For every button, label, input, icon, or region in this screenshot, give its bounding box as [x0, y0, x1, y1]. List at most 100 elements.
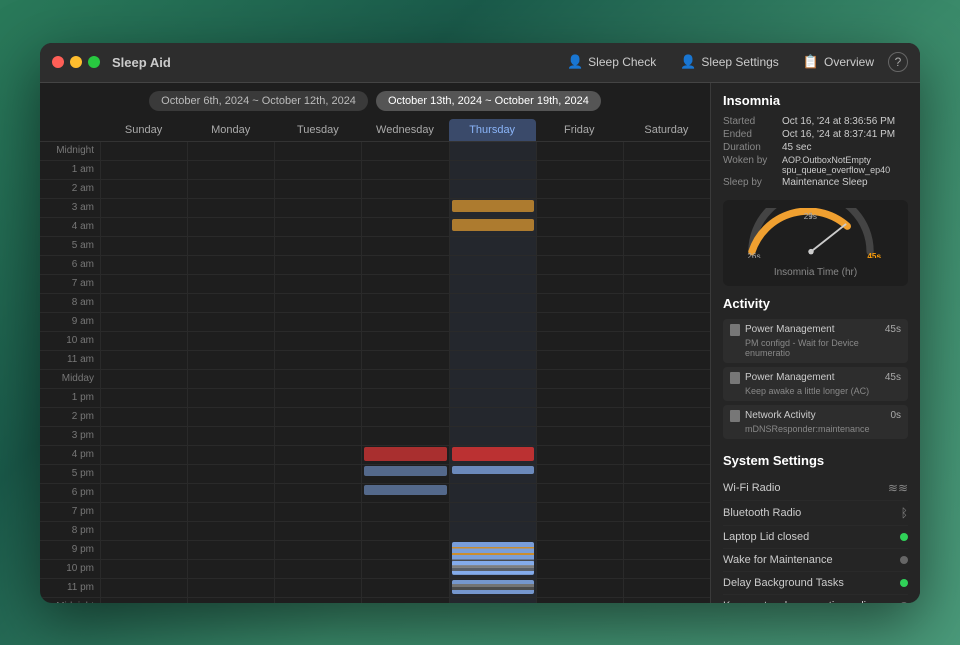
day-cell [623, 161, 710, 179]
time-row: 1 pm [40, 389, 710, 408]
day-cell [187, 522, 274, 540]
day-cell [100, 427, 187, 445]
thursday-cell [449, 484, 536, 502]
time-label: 1 am [40, 161, 100, 179]
day-cell [274, 199, 361, 217]
thursday-cell [449, 522, 536, 540]
thursday-cell [449, 408, 536, 426]
thursday-cell [449, 218, 536, 236]
day-cell [187, 313, 274, 331]
day-cell [100, 351, 187, 369]
close-button[interactable] [52, 56, 64, 68]
day-cell [274, 142, 361, 160]
day-cell [623, 522, 710, 540]
day-cell [623, 142, 710, 160]
prev-date-range[interactable]: October 6th, 2024 ~ October 12th, 2024 [149, 91, 368, 111]
day-cell [187, 256, 274, 274]
day-cell [536, 218, 623, 236]
app-title: Sleep Aid [112, 55, 171, 70]
day-cell [536, 427, 623, 445]
day-cell [536, 161, 623, 179]
date-navigation: October 6th, 2024 ~ October 12th, 2024 O… [40, 83, 710, 119]
day-cell [536, 332, 623, 350]
right-sidebar: Insomnia Started Oct 16, '24 at 8:36:56 … [710, 83, 920, 603]
time-label: 2 pm [40, 408, 100, 426]
wifi-icon: ≋≋ [888, 481, 908, 495]
activity-name: Power Management [745, 372, 880, 383]
day-header-monday: Monday [187, 119, 274, 141]
day-cell [100, 598, 187, 603]
svg-text:45s: 45s [867, 251, 881, 257]
overview-button[interactable]: 📋 Overview [793, 50, 884, 74]
day-cell [536, 465, 623, 483]
woken-value: AOP.OutboxNotEmpty spu_queue_overflow_ep… [782, 155, 908, 175]
insomnia-info: Started Oct 16, '24 at 8:36:56 PM Ended … [723, 116, 908, 190]
day-cell [100, 541, 187, 559]
time-label: 10 am [40, 332, 100, 350]
sleep-check-button[interactable]: 👤 Sleep Check [557, 50, 666, 74]
day-cell [623, 389, 710, 407]
activity-item: Power Management 45s Keep awake a little… [723, 367, 908, 401]
setting-indicator [900, 533, 908, 541]
thursday-cell [449, 199, 536, 217]
day-cell [361, 275, 448, 293]
day-cell [361, 237, 448, 255]
activity-name: Power Management [745, 324, 880, 335]
day-cell [187, 560, 274, 578]
setting-indicator [900, 602, 908, 603]
help-button[interactable]: ? [888, 52, 908, 72]
day-cell [361, 560, 448, 578]
time-row: 2 pm [40, 408, 710, 427]
thursday-cell [449, 256, 536, 274]
day-cell [536, 142, 623, 160]
sys-setting-row: Keep network connections alive [723, 595, 908, 603]
time-row: 9 am [40, 313, 710, 332]
day-cell [623, 408, 710, 426]
activity-section: Activity Power Management 45s PM configd… [723, 296, 908, 443]
time-label: 3 pm [40, 427, 100, 445]
day-cell [274, 370, 361, 388]
sleep-settings-button[interactable]: 👤 Sleep Settings [670, 50, 789, 74]
time-row: 5 am [40, 237, 710, 256]
time-label: 1 pm [40, 389, 100, 407]
day-cell [187, 294, 274, 312]
thursday-cell [449, 313, 536, 331]
day-cell [187, 541, 274, 559]
day-cell [274, 313, 361, 331]
time-row: 4 am [40, 218, 710, 237]
activity-item: Network Activity 0s mDNSResponder:mainte… [723, 405, 908, 439]
minimize-button[interactable] [70, 56, 82, 68]
activity-items: Power Management 45s PM configd - Wait f… [723, 319, 908, 439]
day-cell [361, 370, 448, 388]
day-cell [623, 256, 710, 274]
day-cell [274, 427, 361, 445]
day-cell [623, 294, 710, 312]
duration-label: Duration [723, 142, 778, 153]
day-cell [361, 313, 448, 331]
sys-setting-row: Bluetooth Radio ᛒ [723, 501, 908, 526]
day-header-saturday: Saturday [623, 119, 710, 141]
thursday-cell [449, 180, 536, 198]
day-cell [361, 351, 448, 369]
day-cell [536, 256, 623, 274]
day-cell [100, 522, 187, 540]
activity-title: Activity [723, 296, 908, 311]
day-cell [536, 180, 623, 198]
thursday-cell [449, 351, 536, 369]
time-row: 9 pm [40, 541, 710, 560]
current-date-range[interactable]: October 13th, 2024 ~ October 19th, 2024 [376, 91, 601, 111]
day-header-sunday: Sunday [100, 119, 187, 141]
time-label: 9 am [40, 313, 100, 331]
doc-icon [730, 324, 740, 336]
activity-time: 45s [885, 324, 901, 335]
overview-icon: 📋 [803, 54, 819, 70]
thursday-cell [449, 560, 536, 578]
time-label: 11 am [40, 351, 100, 369]
day-cell [100, 579, 187, 597]
gauge-label: Insomnia Time (hr) [731, 267, 900, 278]
day-cell [187, 237, 274, 255]
gauge-svg: 26s 29s 45s [731, 208, 891, 258]
maximize-button[interactable] [88, 56, 100, 68]
day-cell [100, 370, 187, 388]
day-cell [100, 275, 187, 293]
